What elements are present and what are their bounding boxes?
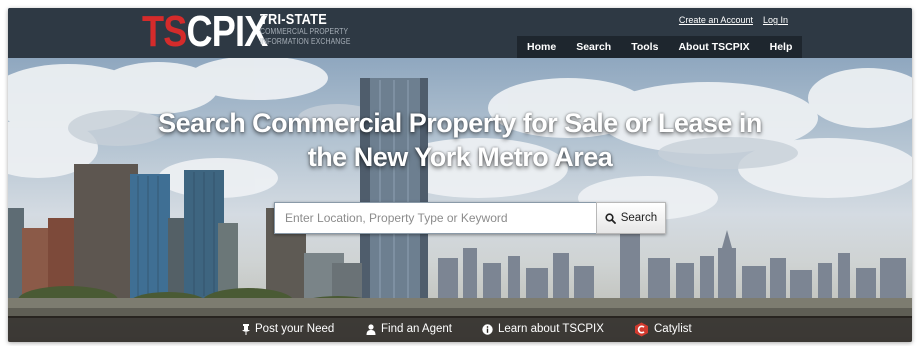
logo-tagline: TRI-STATE COMMERCIAL PROPERTY INFORMATIO… (260, 12, 370, 47)
tscpix-logo[interactable]: TSCPIX TRI-STATE COMMERCIAL PROPERTY INF… (142, 8, 350, 56)
catylist-link[interactable]: Catylist (634, 316, 692, 342)
learn-about-label: Learn about TSCPIX (498, 323, 604, 335)
logo-wordmark: TSCPIX (142, 8, 268, 56)
create-account-link[interactable]: Create an Account (679, 15, 753, 25)
find-an-agent-label: Find an Agent (381, 323, 452, 335)
post-your-need-label: Post your Need (255, 323, 335, 335)
log-in-link[interactable]: Log In (763, 15, 788, 25)
nav-search[interactable]: Search (566, 36, 621, 58)
nav-tools[interactable]: Tools (621, 36, 668, 58)
info-icon (482, 323, 493, 335)
search-bar: Search (274, 202, 666, 234)
logo-subtitle-line2: INFORMATION EXCHANGE (260, 37, 351, 46)
logo-mark-red: TS (142, 8, 187, 56)
post-your-need-link[interactable]: Post your Need (242, 316, 334, 342)
learn-about-link[interactable]: Learn about TSCPIX (482, 316, 604, 342)
location-search-input[interactable] (274, 202, 596, 234)
browser-frame: TSCPIX TRI-STATE COMMERCIAL PROPERTY INF… (8, 8, 912, 342)
logo-title: TRI-STATE (260, 11, 327, 28)
search-button-label: Search (620, 212, 658, 224)
hero-banner: Search Commercial Property for Sale or L… (8, 58, 912, 342)
catylist-label: Catylist (654, 323, 692, 335)
main-nav: Home Search Tools About TSCPIX Help (517, 36, 803, 58)
person-icon (366, 323, 376, 335)
search-button[interactable]: Search (595, 202, 666, 234)
find-an-agent-link[interactable]: Find an Agent (366, 316, 452, 342)
account-links: Create an Account Log In (679, 15, 788, 25)
nav-about[interactable]: About TSCPIX (668, 36, 759, 58)
search-icon (605, 212, 616, 224)
nav-help[interactable]: Help (760, 36, 803, 58)
pin-icon (242, 323, 250, 335)
catylist-logo-icon (634, 322, 649, 337)
hero-headline: Search Commercial Property for Sale or L… (158, 108, 762, 172)
skyline-image (8, 58, 912, 318)
site-header: TSCPIX TRI-STATE COMMERCIAL PROPERTY INF… (8, 8, 912, 58)
nav-home[interactable]: Home (517, 36, 566, 58)
logo-subtitle-line1: COMMERCIAL PROPERTY (260, 27, 349, 36)
logo-mark-white: CPIX (186, 8, 268, 56)
quick-links-bar: Post your Need Find an Agent Learn about… (8, 316, 912, 342)
